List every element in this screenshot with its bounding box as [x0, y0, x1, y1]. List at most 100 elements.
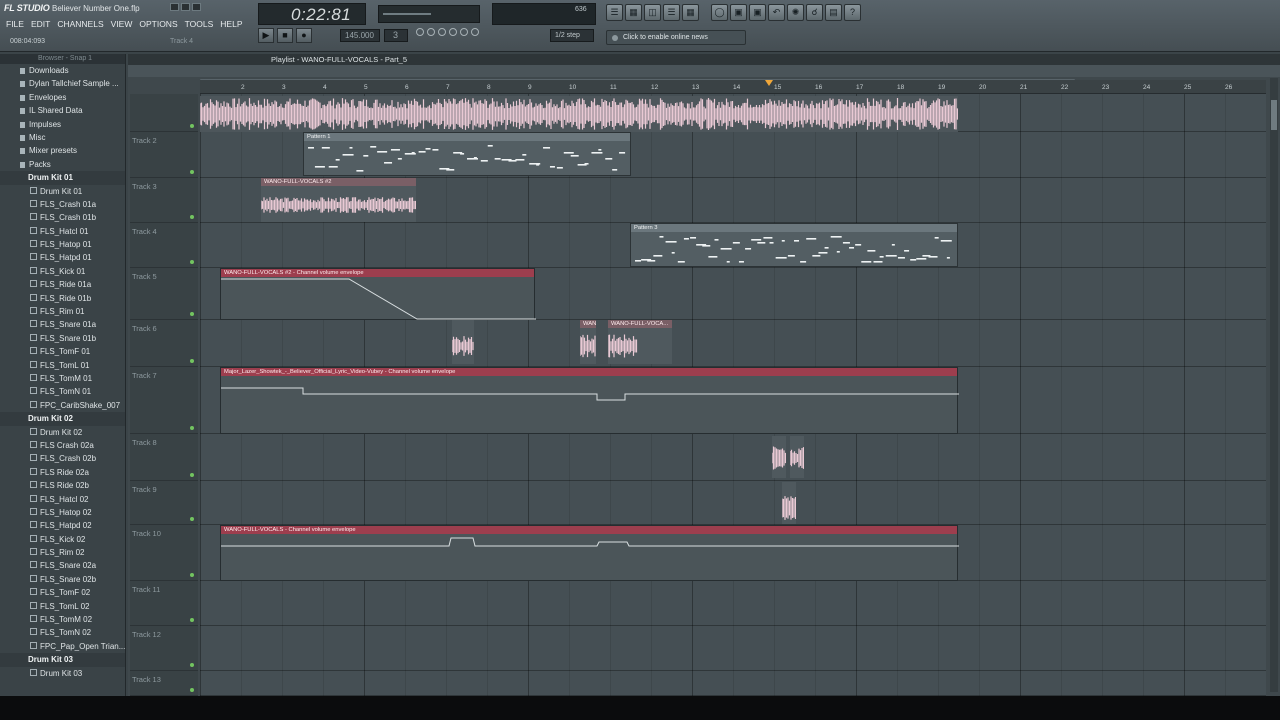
browser-file[interactable]: FLS Ride 02b	[0, 479, 125, 492]
browser-folder[interactable]: Downloads	[0, 64, 125, 77]
help-icon[interactable]: ?	[844, 4, 861, 21]
record-button[interactable]: ●	[296, 28, 312, 43]
browser-file[interactable]: FLS_Hatpd 01	[0, 251, 125, 264]
play-button[interactable]: ▶	[258, 28, 274, 43]
channel-rack-icon[interactable]: ◫	[644, 4, 661, 21]
online-news-panel[interactable]: Click to enable online news	[606, 30, 746, 45]
track-lane[interactable]	[200, 581, 1266, 626]
menu-view[interactable]: VIEW	[111, 19, 133, 29]
browser-file[interactable]: FLS Ride 02a	[0, 466, 125, 479]
track-header[interactable]: Track 4	[130, 223, 198, 268]
browser-folder[interactable]: Envelopes	[0, 91, 125, 104]
piano-roll-icon[interactable]: ▦	[625, 4, 642, 21]
track-lane[interactable]	[200, 434, 1266, 481]
track-lane[interactable]	[200, 671, 1266, 696]
browser-file[interactable]: FLS_Crash 01b	[0, 211, 125, 224]
track-mute-led[interactable]	[190, 663, 194, 667]
automation-clip[interactable]: Major_Lazer_Showtek_-_Believer_Official_…	[220, 367, 959, 434]
browser-file[interactable]: FLS_TomF 01	[0, 345, 125, 358]
browser-file[interactable]: FLS_Hatop 02	[0, 506, 125, 519]
menu-tools[interactable]: TOOLS	[185, 19, 214, 29]
clipboard-icon[interactable]: ▤	[825, 4, 842, 21]
track-header[interactable]: Track 3	[130, 178, 198, 223]
tools-icon[interactable]: ✺	[787, 4, 804, 21]
browser-file[interactable]: FPC_CaribShake_007	[0, 399, 125, 412]
track-mute-led[interactable]	[190, 573, 194, 577]
track-header[interactable]: Track 6	[130, 320, 198, 367]
track-mute-led[interactable]	[190, 426, 194, 430]
browser-file[interactable]: FLS_TomN 01	[0, 385, 125, 398]
browser-section[interactable]: Drum Kit 02	[0, 412, 125, 426]
browser-file[interactable]: FLS_Snare 02b	[0, 573, 125, 586]
audio-clip[interactable]	[790, 436, 804, 478]
audio-clip[interactable]: WAN...	[580, 320, 596, 364]
undo-icon[interactable]: ↶	[768, 4, 785, 21]
browser-file[interactable]: FLS_Ride 01a	[0, 278, 125, 291]
automation-clip[interactable]: WANO-FULL-VOCALS #2 - Channel volume env…	[220, 268, 536, 320]
browser-section[interactable]: Drum Kit 01	[0, 171, 125, 185]
browser-folder[interactable]: IL Shared Data	[0, 104, 125, 117]
loop-record-icon[interactable]	[460, 28, 468, 36]
browser-folder[interactable]: Impulses	[0, 118, 125, 131]
track-header[interactable]: Track 7	[130, 367, 198, 434]
browser-file[interactable]: FLS_Hatpd 02	[0, 519, 125, 532]
browser-file[interactable]: Drum Kit 02	[0, 426, 125, 439]
track-header[interactable]: Track 10	[130, 525, 198, 581]
browser-file[interactable]: FLS_Ride 01b	[0, 292, 125, 305]
stop-button[interactable]: ■	[277, 28, 293, 43]
wait-input-icon[interactable]	[427, 28, 435, 36]
snap-selector[interactable]: 1/2 step	[550, 29, 594, 42]
track-header[interactable]: Track 11	[130, 581, 198, 626]
blend-icon[interactable]	[449, 28, 457, 36]
vertical-scrollbar[interactable]	[1270, 78, 1278, 692]
audio-clip[interactable]: WANO-FULL-VOCALS #2	[261, 178, 416, 222]
browser-file[interactable]: FLS_TomM 01	[0, 372, 125, 385]
minimize-icon[interactable]	[170, 3, 179, 11]
tempo-field[interactable]: 145.000	[340, 29, 380, 42]
browser-folder[interactable]: Misc	[0, 131, 125, 144]
playlist-icon[interactable]: ☰	[606, 4, 623, 21]
track-mute-led[interactable]	[190, 260, 194, 264]
track-header[interactable]: Track 12	[130, 626, 198, 671]
track-lane[interactable]	[200, 481, 1266, 525]
countdown-icon[interactable]	[438, 28, 446, 36]
track-mute-led[interactable]	[190, 215, 194, 219]
render-icon[interactable]: ▣	[749, 4, 766, 21]
track-mute-led[interactable]	[190, 359, 194, 363]
track-header[interactable]: Track 1	[130, 94, 198, 132]
track-header[interactable]: Track 13	[130, 671, 198, 696]
browser-file[interactable]: FLS_TomF 02	[0, 586, 125, 599]
browser-section[interactable]: Drum Kit 03	[0, 653, 125, 667]
search-icon[interactable]: ☌	[806, 4, 823, 21]
browser-file[interactable]: FLS_TomL 02	[0, 600, 125, 613]
menu-edit[interactable]: EDIT	[31, 19, 50, 29]
browser-file[interactable]: FLS_Rim 01	[0, 305, 125, 318]
browser-file[interactable]: FLS Crash 02a	[0, 439, 125, 452]
audio-clip[interactable]: WANO-FULL-VOCA...	[608, 320, 672, 364]
step-edit-icon[interactable]	[471, 28, 479, 36]
track-mute-led[interactable]	[190, 473, 194, 477]
browser-file[interactable]: FLS_Hatcl 02	[0, 493, 125, 506]
maximize-icon[interactable]	[181, 3, 190, 11]
browser-folder[interactable]: Packs	[0, 158, 125, 171]
track-mute-led[interactable]	[190, 517, 194, 521]
menu-file[interactable]: FILE	[6, 19, 24, 29]
scroll-thumb[interactable]	[1271, 100, 1277, 130]
audio-clip[interactable]	[782, 482, 796, 524]
pattern-selector[interactable]: 3	[384, 29, 408, 42]
browser-file[interactable]: FLS_Hatcl 01	[0, 225, 125, 238]
song-position-marker[interactable]	[765, 80, 773, 86]
browser-folder[interactable]: Mixer presets	[0, 144, 125, 157]
track-mute-led[interactable]	[190, 688, 194, 692]
browser-file[interactable]: FLS_TomN 02	[0, 626, 125, 639]
track-lane[interactable]	[200, 320, 1266, 367]
audio-clip[interactable]	[452, 320, 474, 364]
track-header[interactable]: Track 5	[130, 268, 198, 320]
track-header[interactable]: Track 8	[130, 434, 198, 481]
audio-clip[interactable]	[200, 96, 958, 132]
track-lane[interactable]	[200, 626, 1266, 671]
save-icon[interactable]: ▣	[730, 4, 747, 21]
browser-file[interactable]: FLS_TomL 01	[0, 359, 125, 372]
browser-file[interactable]: FLS_Crash 01a	[0, 198, 125, 211]
browser-file[interactable]: FLS_Hatop 01	[0, 238, 125, 251]
